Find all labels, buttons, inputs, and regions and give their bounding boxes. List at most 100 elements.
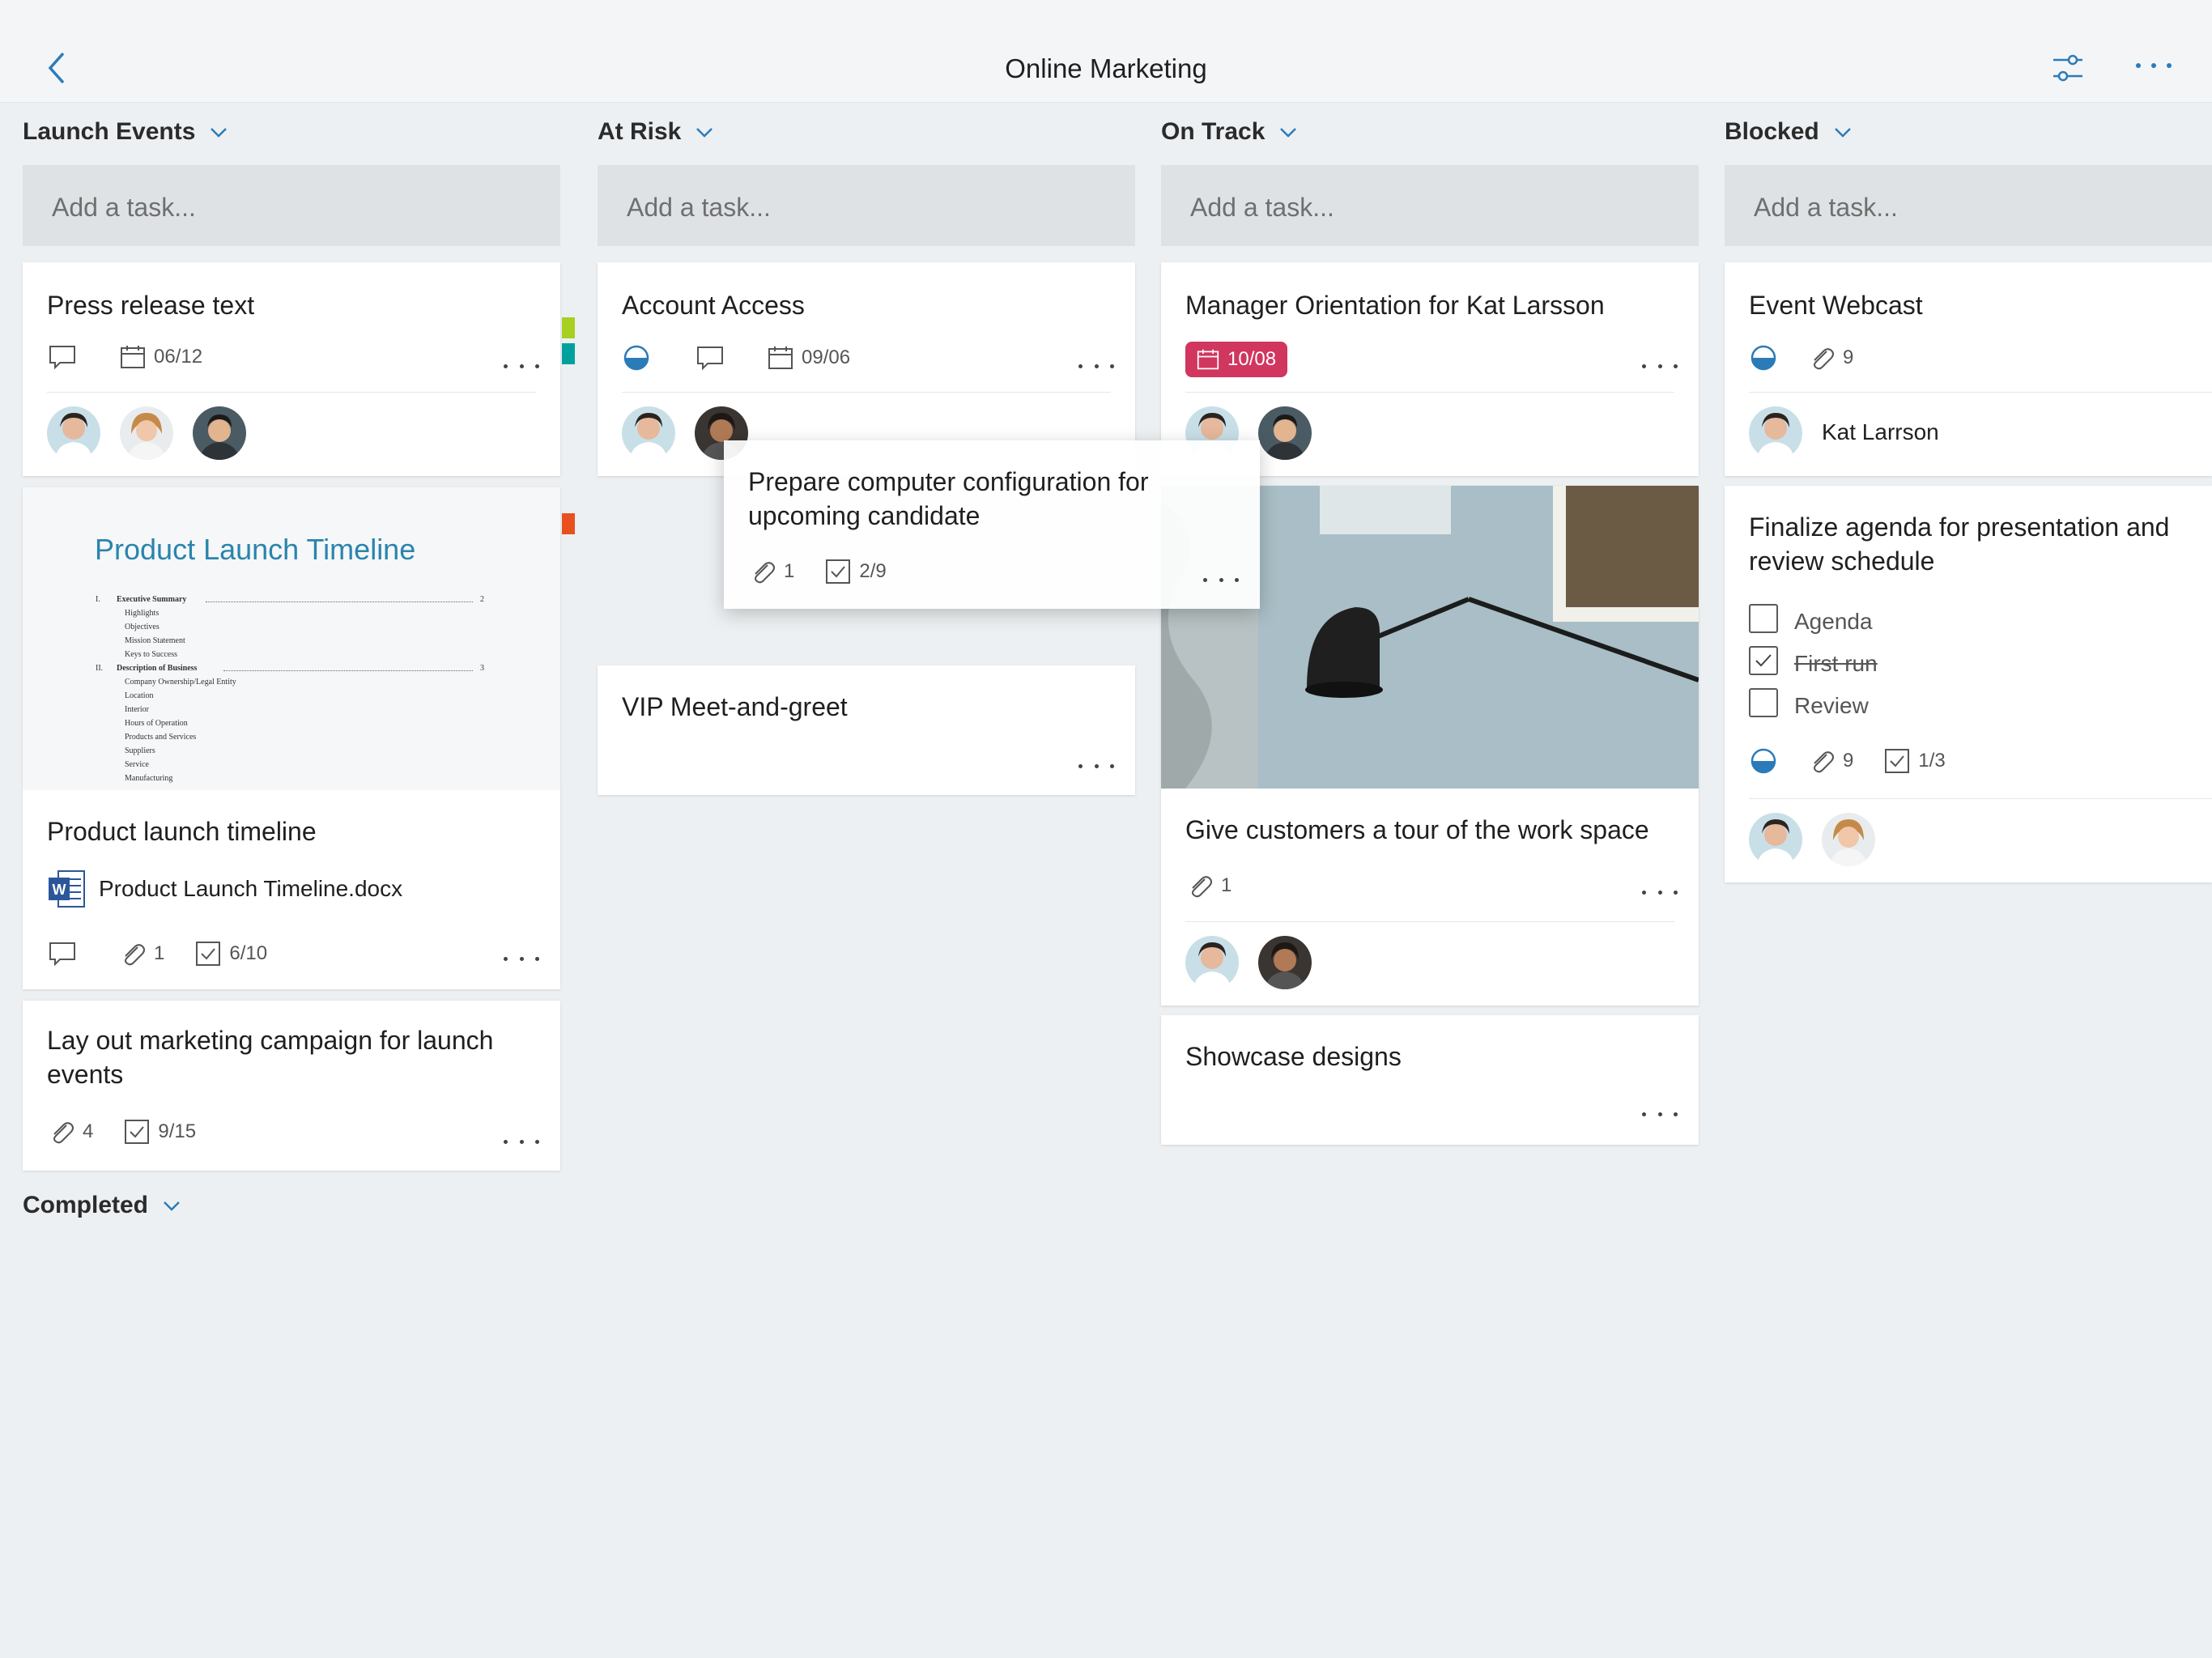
paperclip-icon (1814, 348, 1834, 370)
attachment-count: 1 (154, 942, 165, 964)
filter-icon[interactable] (2052, 52, 2084, 88)
add-task-input[interactable]: Add a task... (23, 165, 560, 246)
checklist-progress: 9/15 (158, 1120, 197, 1142)
card-more-icon[interactable] (1078, 359, 1114, 372)
chevron-down-icon (1280, 128, 1297, 138)
task-meta: 9 1/3 (1750, 748, 1946, 774)
avatar[interactable] (1185, 936, 1239, 989)
label-color-orange (562, 513, 575, 534)
checklist-progress: 6/10 (229, 942, 268, 964)
checklist-checkbox-first-run[interactable] (1749, 646, 1778, 675)
task-card-press-release[interactable]: Press release text 06/12 (23, 262, 560, 476)
add-task-input[interactable]: Add a task... (1725, 165, 2212, 246)
attachment-count: 9 (1843, 346, 1854, 368)
attachment-count: 9 (1843, 750, 1854, 772)
checklist-icon (1885, 749, 1910, 773)
column-header-on-track[interactable]: On Track (1161, 118, 1297, 146)
divider (1749, 798, 2212, 799)
label-color-teal (562, 343, 575, 364)
column-title: Blocked (1725, 118, 1819, 145)
column-header-blocked[interactable]: Blocked (1725, 118, 1852, 146)
task-title: Give customers a tour of the work space (1185, 815, 1649, 844)
task-card-event-webcast[interactable]: Event Webcast 9 Kat Larrson (1725, 262, 2212, 476)
label-color-green (562, 317, 575, 338)
card-more-icon[interactable] (1642, 1107, 1678, 1120)
task-title: Finalize agenda for presentation and rev… (1749, 512, 2170, 576)
task-title: Prepare computer configuration for upcom… (748, 467, 1149, 530)
attachment-count: 4 (83, 1120, 94, 1142)
paperclip-icon (53, 1122, 74, 1144)
avatar[interactable] (193, 406, 246, 460)
avatar[interactable] (1258, 406, 1312, 460)
attachment-link[interactable]: W Product Launch Timeline.docx (47, 869, 402, 908)
task-card-vip-meet-and-greet[interactable]: VIP Meet-and-greet (598, 665, 1135, 795)
chevron-down-icon (696, 128, 713, 138)
avatar[interactable] (622, 406, 675, 460)
word-document-icon: W (49, 870, 85, 908)
calendar-icon (121, 346, 145, 368)
chevron-down-icon (164, 1201, 180, 1211)
progress-half-icon (623, 345, 649, 371)
assignee-name: Kat Larrson (1822, 419, 1939, 444)
checklist-icon (826, 559, 851, 584)
column-title: On Track (1161, 118, 1266, 145)
completed-section-toggle[interactable]: Completed (23, 1192, 181, 1219)
task-card-product-launch-timeline[interactable]: Product Launch Timeline I. Executive Summ… (23, 487, 560, 989)
paperclip-icon (1814, 751, 1834, 773)
due-date: 09/06 (802, 346, 851, 368)
paperclip-icon (125, 944, 145, 966)
task-meta: 4 9/15 (49, 1119, 196, 1145)
add-task-input[interactable]: Add a task... (598, 165, 1135, 246)
checklist-item-label: First run (1794, 651, 1878, 676)
task-card-showcase-designs[interactable]: Showcase designs (1161, 1015, 1699, 1145)
card-more-icon[interactable] (1642, 359, 1678, 372)
column-header-launch-events[interactable]: Launch Events (23, 118, 228, 146)
checklist-checkbox-review[interactable] (1749, 688, 1778, 717)
avatar[interactable] (1749, 813, 1802, 866)
divider (1749, 392, 2212, 393)
task-title: Lay out marketing campaign for launch ev… (47, 1026, 494, 1089)
dragged-task-card[interactable]: Prepare computer configuration for upcom… (724, 440, 1260, 609)
calendar-icon (768, 346, 793, 369)
card-more-icon[interactable] (504, 952, 539, 965)
card-more-icon[interactable] (1203, 573, 1239, 586)
checklist-progress: 1/3 (1918, 750, 1946, 772)
avatar[interactable] (47, 406, 100, 460)
task-card-marketing-campaign[interactable]: Lay out marketing campaign for launch ev… (23, 1001, 560, 1171)
attachment-count: 1 (1221, 874, 1232, 896)
top-bar (0, 0, 2212, 103)
task-meta: 06/12 (49, 345, 202, 369)
divider (1185, 921, 1674, 922)
paperclip-icon (755, 562, 775, 584)
due-date-badge: 10/08 (1185, 342, 1288, 377)
task-meta: 1 6/10 (49, 941, 267, 967)
checklist-icon (125, 1120, 150, 1144)
divider (622, 392, 1111, 393)
checkmark-icon (1755, 654, 1772, 667)
task-meta: 1 2/9 (750, 559, 887, 585)
document-preview: Product Launch Timeline I. Executive Summ… (23, 487, 560, 790)
checklist-item-label: Review (1794, 693, 1869, 718)
card-more-icon[interactable] (1642, 886, 1678, 899)
avatar[interactable] (120, 406, 173, 460)
checklist-checkbox-agenda[interactable] (1749, 604, 1778, 633)
more-options-icon[interactable] (2136, 63, 2172, 71)
column-title: Launch Events (23, 118, 196, 145)
card-more-icon[interactable] (504, 1135, 539, 1148)
avatar[interactable] (1258, 936, 1312, 989)
attachment-name: Product Launch Timeline.docx (99, 876, 403, 901)
task-card-finalize-agenda[interactable]: Finalize agenda for presentation and rev… (1725, 486, 2212, 882)
progress-half-icon (1750, 748, 1776, 774)
card-more-icon[interactable] (504, 359, 539, 372)
column-header-at-risk[interactable]: At Risk (598, 118, 713, 146)
add-task-input[interactable]: Add a task... (1161, 165, 1699, 246)
comment-icon (49, 942, 75, 966)
task-meta: 1 (1187, 873, 1231, 899)
preview-toc: I. Executive Summary 2 Highlights Objectiv… (96, 595, 484, 783)
avatar[interactable] (1822, 813, 1875, 866)
avatar[interactable] (1749, 406, 1802, 460)
attachment-count: 1 (784, 560, 795, 582)
calendar-icon (1197, 349, 1219, 370)
due-date: 06/12 (154, 346, 203, 368)
card-more-icon[interactable] (1078, 759, 1114, 772)
